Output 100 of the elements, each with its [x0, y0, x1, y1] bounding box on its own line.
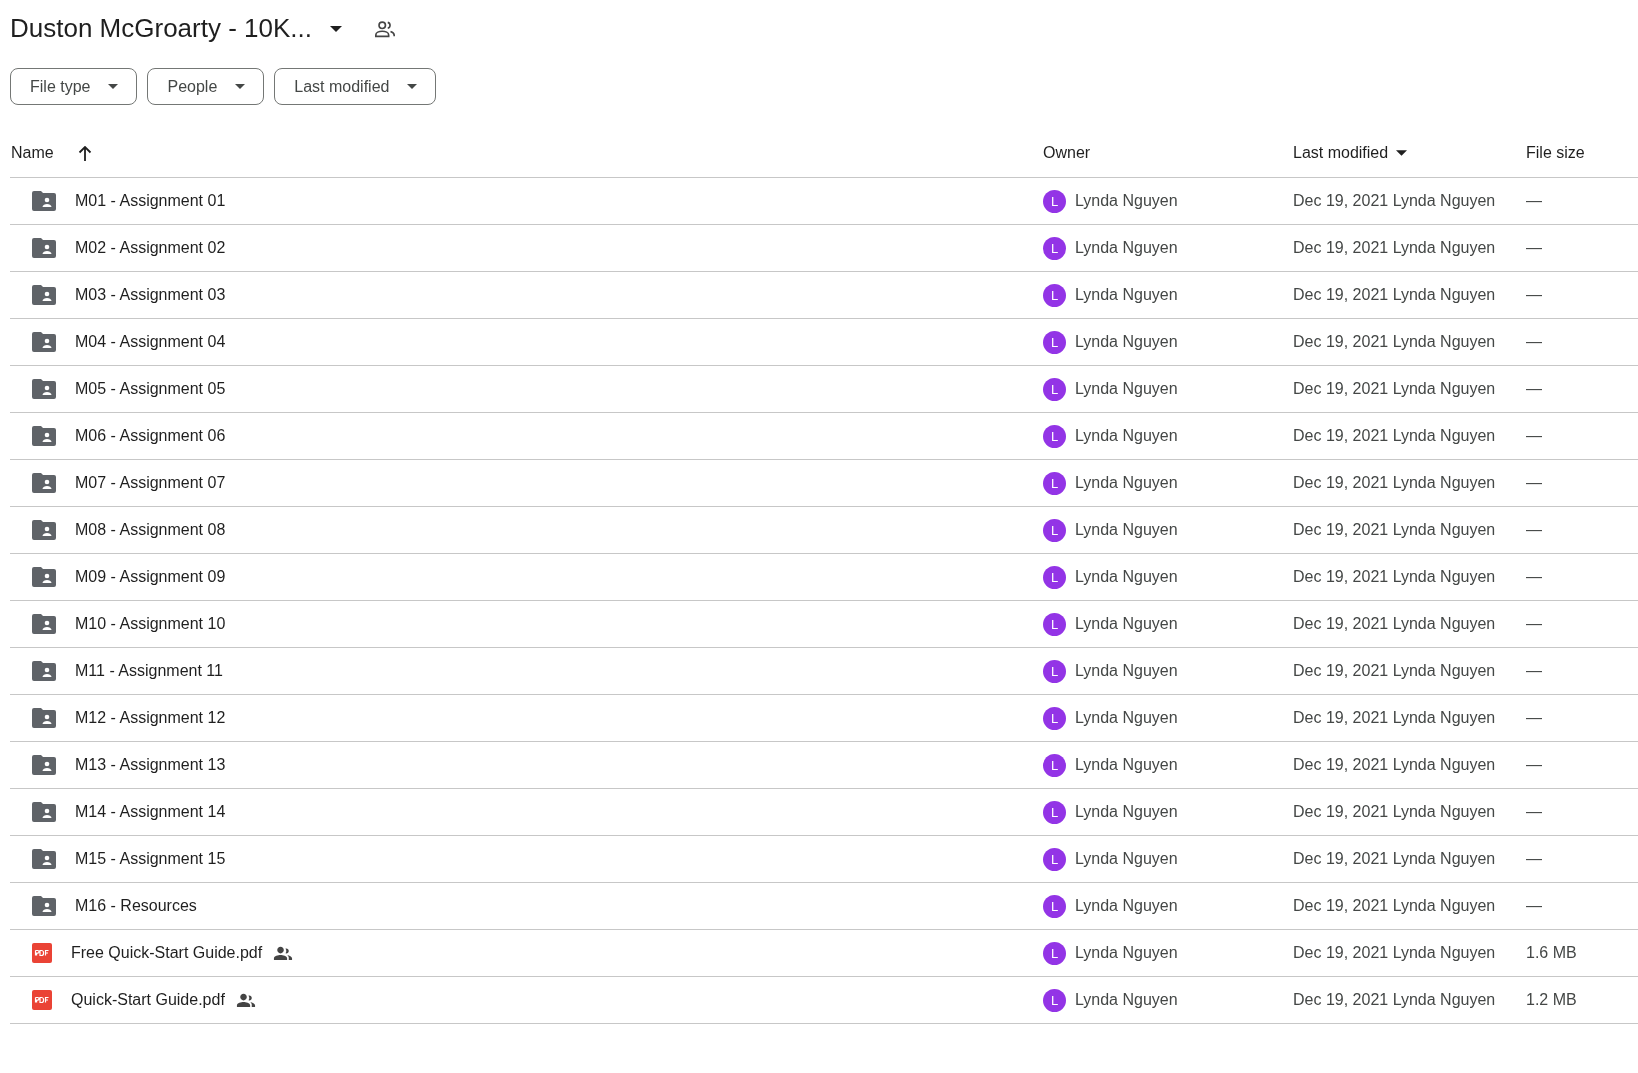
- file-name[interactable]: Quick-Start Guide.pdf: [71, 991, 225, 1009]
- modified-text: Dec 19, 2021 Lynda Nguyen: [1293, 568, 1496, 586]
- pdf-file-icon: [32, 943, 52, 963]
- folder-title: Duston McGroarty - 10K...: [10, 13, 312, 44]
- modified-text: Dec 19, 2021 Lynda Nguyen: [1293, 850, 1496, 868]
- file-name[interactable]: M12 - Assignment 12: [75, 709, 226, 727]
- modified-text: Dec 19, 2021 Lynda Nguyen: [1293, 615, 1496, 633]
- owner-name: Lynda Nguyen: [1075, 474, 1178, 492]
- arrow-up-icon[interactable]: [77, 145, 92, 161]
- column-header[interactable]: Owner: [1043, 144, 1091, 162]
- file-size: —: [1526, 709, 1542, 727]
- modified-text: Dec 19, 2021 Lynda Nguyen: [1293, 944, 1496, 962]
- column-header[interactable]: Last modified: [1293, 144, 1389, 162]
- avatar: L: [1043, 894, 1066, 918]
- avatar: L: [1043, 518, 1066, 542]
- shared-folder-icon: [32, 191, 56, 211]
- shared-folder-icon: [32, 755, 56, 775]
- modified-text: Dec 19, 2021 Lynda Nguyen: [1293, 709, 1496, 727]
- modified-text: Dec 19, 2021 Lynda Nguyen: [1293, 427, 1496, 445]
- shared-folder-icon: [32, 379, 56, 399]
- file-name[interactable]: M13 - Assignment 13: [75, 756, 226, 774]
- file-size: —: [1526, 286, 1542, 304]
- file-size: —: [1526, 568, 1542, 586]
- pdf-file-icon: [32, 990, 52, 1010]
- avatar: L: [1043, 988, 1066, 1012]
- file-size: —: [1526, 521, 1542, 539]
- modified-text: Dec 19, 2021 Lynda Nguyen: [1293, 239, 1496, 257]
- filter-chip[interactable]: Last modified: [274, 68, 437, 105]
- avatar: L: [1043, 706, 1066, 730]
- avatar: L: [1043, 377, 1066, 401]
- owner-name: Lynda Nguyen: [1075, 897, 1178, 915]
- file-size: —: [1526, 427, 1542, 445]
- filter-chip[interactable]: File type: [10, 68, 138, 105]
- caret-icon[interactable]: [1396, 150, 1408, 156]
- file-size: —: [1526, 333, 1542, 351]
- file-name[interactable]: M15 - Assignment 15: [75, 850, 226, 868]
- modified-text: Dec 19, 2021 Lynda Nguyen: [1293, 521, 1496, 539]
- file-size: —: [1526, 803, 1542, 821]
- file-size: —: [1526, 474, 1542, 492]
- file-name[interactable]: M02 - Assignment 02: [75, 239, 226, 257]
- owner-name: Lynda Nguyen: [1075, 615, 1178, 633]
- shared-folder-icon: [32, 426, 56, 446]
- file-size: —: [1526, 662, 1542, 680]
- shared-folder-icon: [32, 473, 56, 493]
- file-name[interactable]: M06 - Assignment 06: [75, 427, 226, 445]
- modified-text: Dec 19, 2021 Lynda Nguyen: [1293, 192, 1496, 210]
- caret-icon: [108, 84, 119, 89]
- owner-name: Lynda Nguyen: [1075, 521, 1178, 539]
- file-size: —: [1526, 756, 1542, 774]
- file-name[interactable]: M01 - Assignment 01: [75, 192, 226, 210]
- file-name[interactable]: M11 - Assignment 11: [75, 662, 223, 680]
- modified-text: Dec 19, 2021 Lynda Nguyen: [1293, 474, 1496, 492]
- avatar: L: [1043, 330, 1066, 354]
- avatar: L: [1043, 612, 1066, 636]
- avatar: L: [1043, 236, 1066, 260]
- shared-folder-icon: [32, 567, 56, 587]
- owner-name: Lynda Nguyen: [1075, 850, 1178, 868]
- caret-icon: [235, 84, 246, 89]
- column-header[interactable]: Name: [11, 144, 54, 162]
- avatar: L: [1043, 941, 1066, 965]
- file-name[interactable]: M03 - Assignment 03: [75, 286, 226, 304]
- owner-name: Lynda Nguyen: [1075, 286, 1178, 304]
- file-size: —: [1526, 380, 1542, 398]
- column-header[interactable]: File size: [1526, 144, 1585, 162]
- owner-name: Lynda Nguyen: [1075, 333, 1178, 351]
- file-size: 1.6 MB: [1526, 944, 1577, 962]
- owner-name: Lynda Nguyen: [1075, 380, 1178, 398]
- file-size: —: [1526, 897, 1542, 915]
- file-name[interactable]: M08 - Assignment 08: [75, 521, 226, 539]
- avatar: L: [1043, 283, 1066, 307]
- shared-folder-icon: [32, 802, 56, 822]
- avatar: L: [1043, 471, 1066, 495]
- owner-name: Lynda Nguyen: [1075, 709, 1178, 727]
- owner-name: Lynda Nguyen: [1075, 662, 1178, 680]
- avatar: L: [1043, 189, 1066, 213]
- file-size: —: [1526, 239, 1542, 257]
- file-name[interactable]: M07 - Assignment 07: [75, 474, 226, 492]
- shared-folder-icon: [32, 332, 56, 352]
- file-name[interactable]: M05 - Assignment 05: [75, 380, 226, 398]
- file-name[interactable]: M09 - Assignment 09: [75, 568, 226, 586]
- avatar: L: [1043, 847, 1066, 871]
- file-name[interactable]: Free Quick-Start Guide.pdf: [71, 944, 263, 962]
- modified-text: Dec 19, 2021 Lynda Nguyen: [1293, 756, 1496, 774]
- shared-folder-icon: [32, 520, 56, 540]
- file-size: —: [1526, 850, 1542, 868]
- file-name[interactable]: M14 - Assignment 14: [75, 803, 226, 821]
- shared-folder-icon: [32, 285, 56, 305]
- avatar: L: [1043, 753, 1066, 777]
- owner-name: Lynda Nguyen: [1075, 991, 1178, 1009]
- file-name[interactable]: M16 - Resources: [75, 897, 197, 915]
- filter-chip[interactable]: People: [147, 68, 265, 105]
- shared-folder-icon: [32, 708, 56, 728]
- file-size: —: [1526, 192, 1542, 210]
- file-name[interactable]: M10 - Assignment 10: [75, 615, 226, 633]
- file-size: —: [1526, 615, 1542, 633]
- file-name[interactable]: M04 - Assignment 04: [75, 333, 226, 351]
- avatar: L: [1043, 565, 1066, 589]
- shared-folder-icon: [32, 238, 56, 258]
- avatar: L: [1043, 424, 1066, 448]
- modified-text: Dec 19, 2021 Lynda Nguyen: [1293, 991, 1496, 1009]
